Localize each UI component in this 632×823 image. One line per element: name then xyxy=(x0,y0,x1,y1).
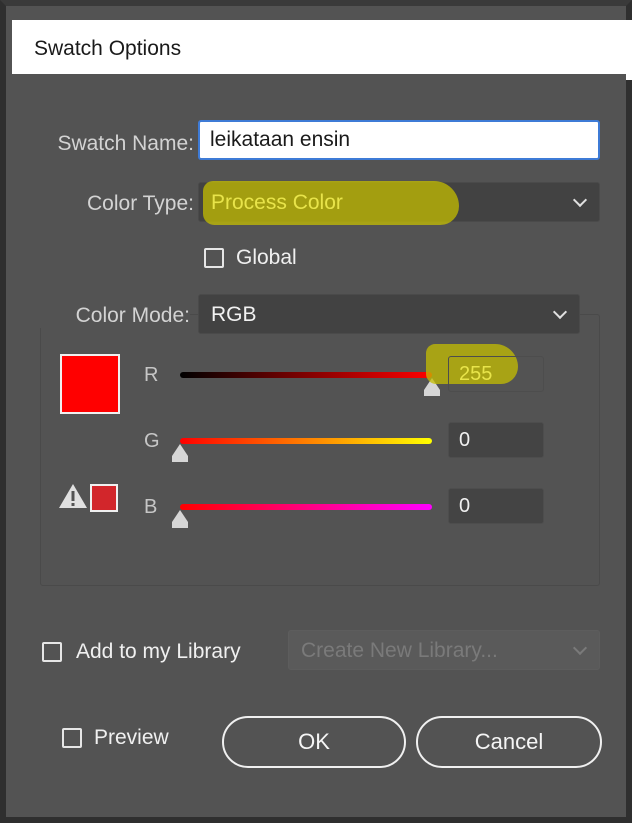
slider-label-r: R xyxy=(144,364,159,386)
color-type-label: Color Type: xyxy=(87,192,194,215)
chevron-down-icon xyxy=(572,640,588,656)
create-library-value: Create New Library... xyxy=(301,639,498,662)
chevron-down-icon xyxy=(552,304,568,320)
color-mode-dropdown[interactable]: RGB xyxy=(198,294,580,334)
dialog-title: Swatch Options xyxy=(34,37,182,60)
slider-track-g[interactable] xyxy=(180,438,432,444)
add-to-library-checkbox[interactable] xyxy=(42,642,62,662)
slider-thumb-base-b[interactable] xyxy=(172,522,188,528)
slider-thumb-g[interactable] xyxy=(172,444,188,456)
slider-label-g: G xyxy=(144,430,160,452)
color-preview-swatch xyxy=(60,354,120,414)
slider-value-g[interactable]: 0 xyxy=(448,422,544,458)
color-type-value: Process Color xyxy=(211,191,343,214)
color-mode-value: RGB xyxy=(211,303,257,326)
title-bar: Swatch Options xyxy=(12,20,632,80)
slider-thumb-b[interactable] xyxy=(172,510,188,522)
slider-value-r[interactable]: 255 xyxy=(448,356,544,392)
cancel-button[interactable]: Cancel xyxy=(416,716,602,768)
in-gamut-swatch[interactable] xyxy=(90,484,118,512)
color-type-dropdown[interactable]: Process Color xyxy=(198,181,600,225)
create-library-dropdown[interactable]: Create New Library... xyxy=(288,630,600,670)
preview-checkbox[interactable] xyxy=(62,728,82,748)
preview-label: Preview xyxy=(94,726,169,749)
chevron-down-icon xyxy=(572,192,588,208)
color-mode-label: Color Mode: xyxy=(36,304,190,328)
global-label: Global xyxy=(236,246,297,269)
slider-label-b: B xyxy=(144,496,158,518)
ok-button[interactable]: OK xyxy=(222,716,406,768)
slider-track-b[interactable] xyxy=(180,504,432,510)
slider-thumb-base-g[interactable] xyxy=(172,456,188,462)
global-checkbox[interactable] xyxy=(204,248,224,268)
dialog-body: Swatch Name: Color Type: Process Color G… xyxy=(6,74,626,817)
add-to-library-label: Add to my Library xyxy=(76,640,241,663)
swatch-name-input[interactable] xyxy=(198,120,600,160)
slider-thumb-base-r[interactable] xyxy=(424,390,440,396)
swatch-name-label: Swatch Name: xyxy=(57,132,194,155)
out-of-gamut-warning-icon[interactable] xyxy=(58,482,88,510)
slider-track-r[interactable] xyxy=(180,372,432,378)
slider-value-b[interactable]: 0 xyxy=(448,488,544,524)
